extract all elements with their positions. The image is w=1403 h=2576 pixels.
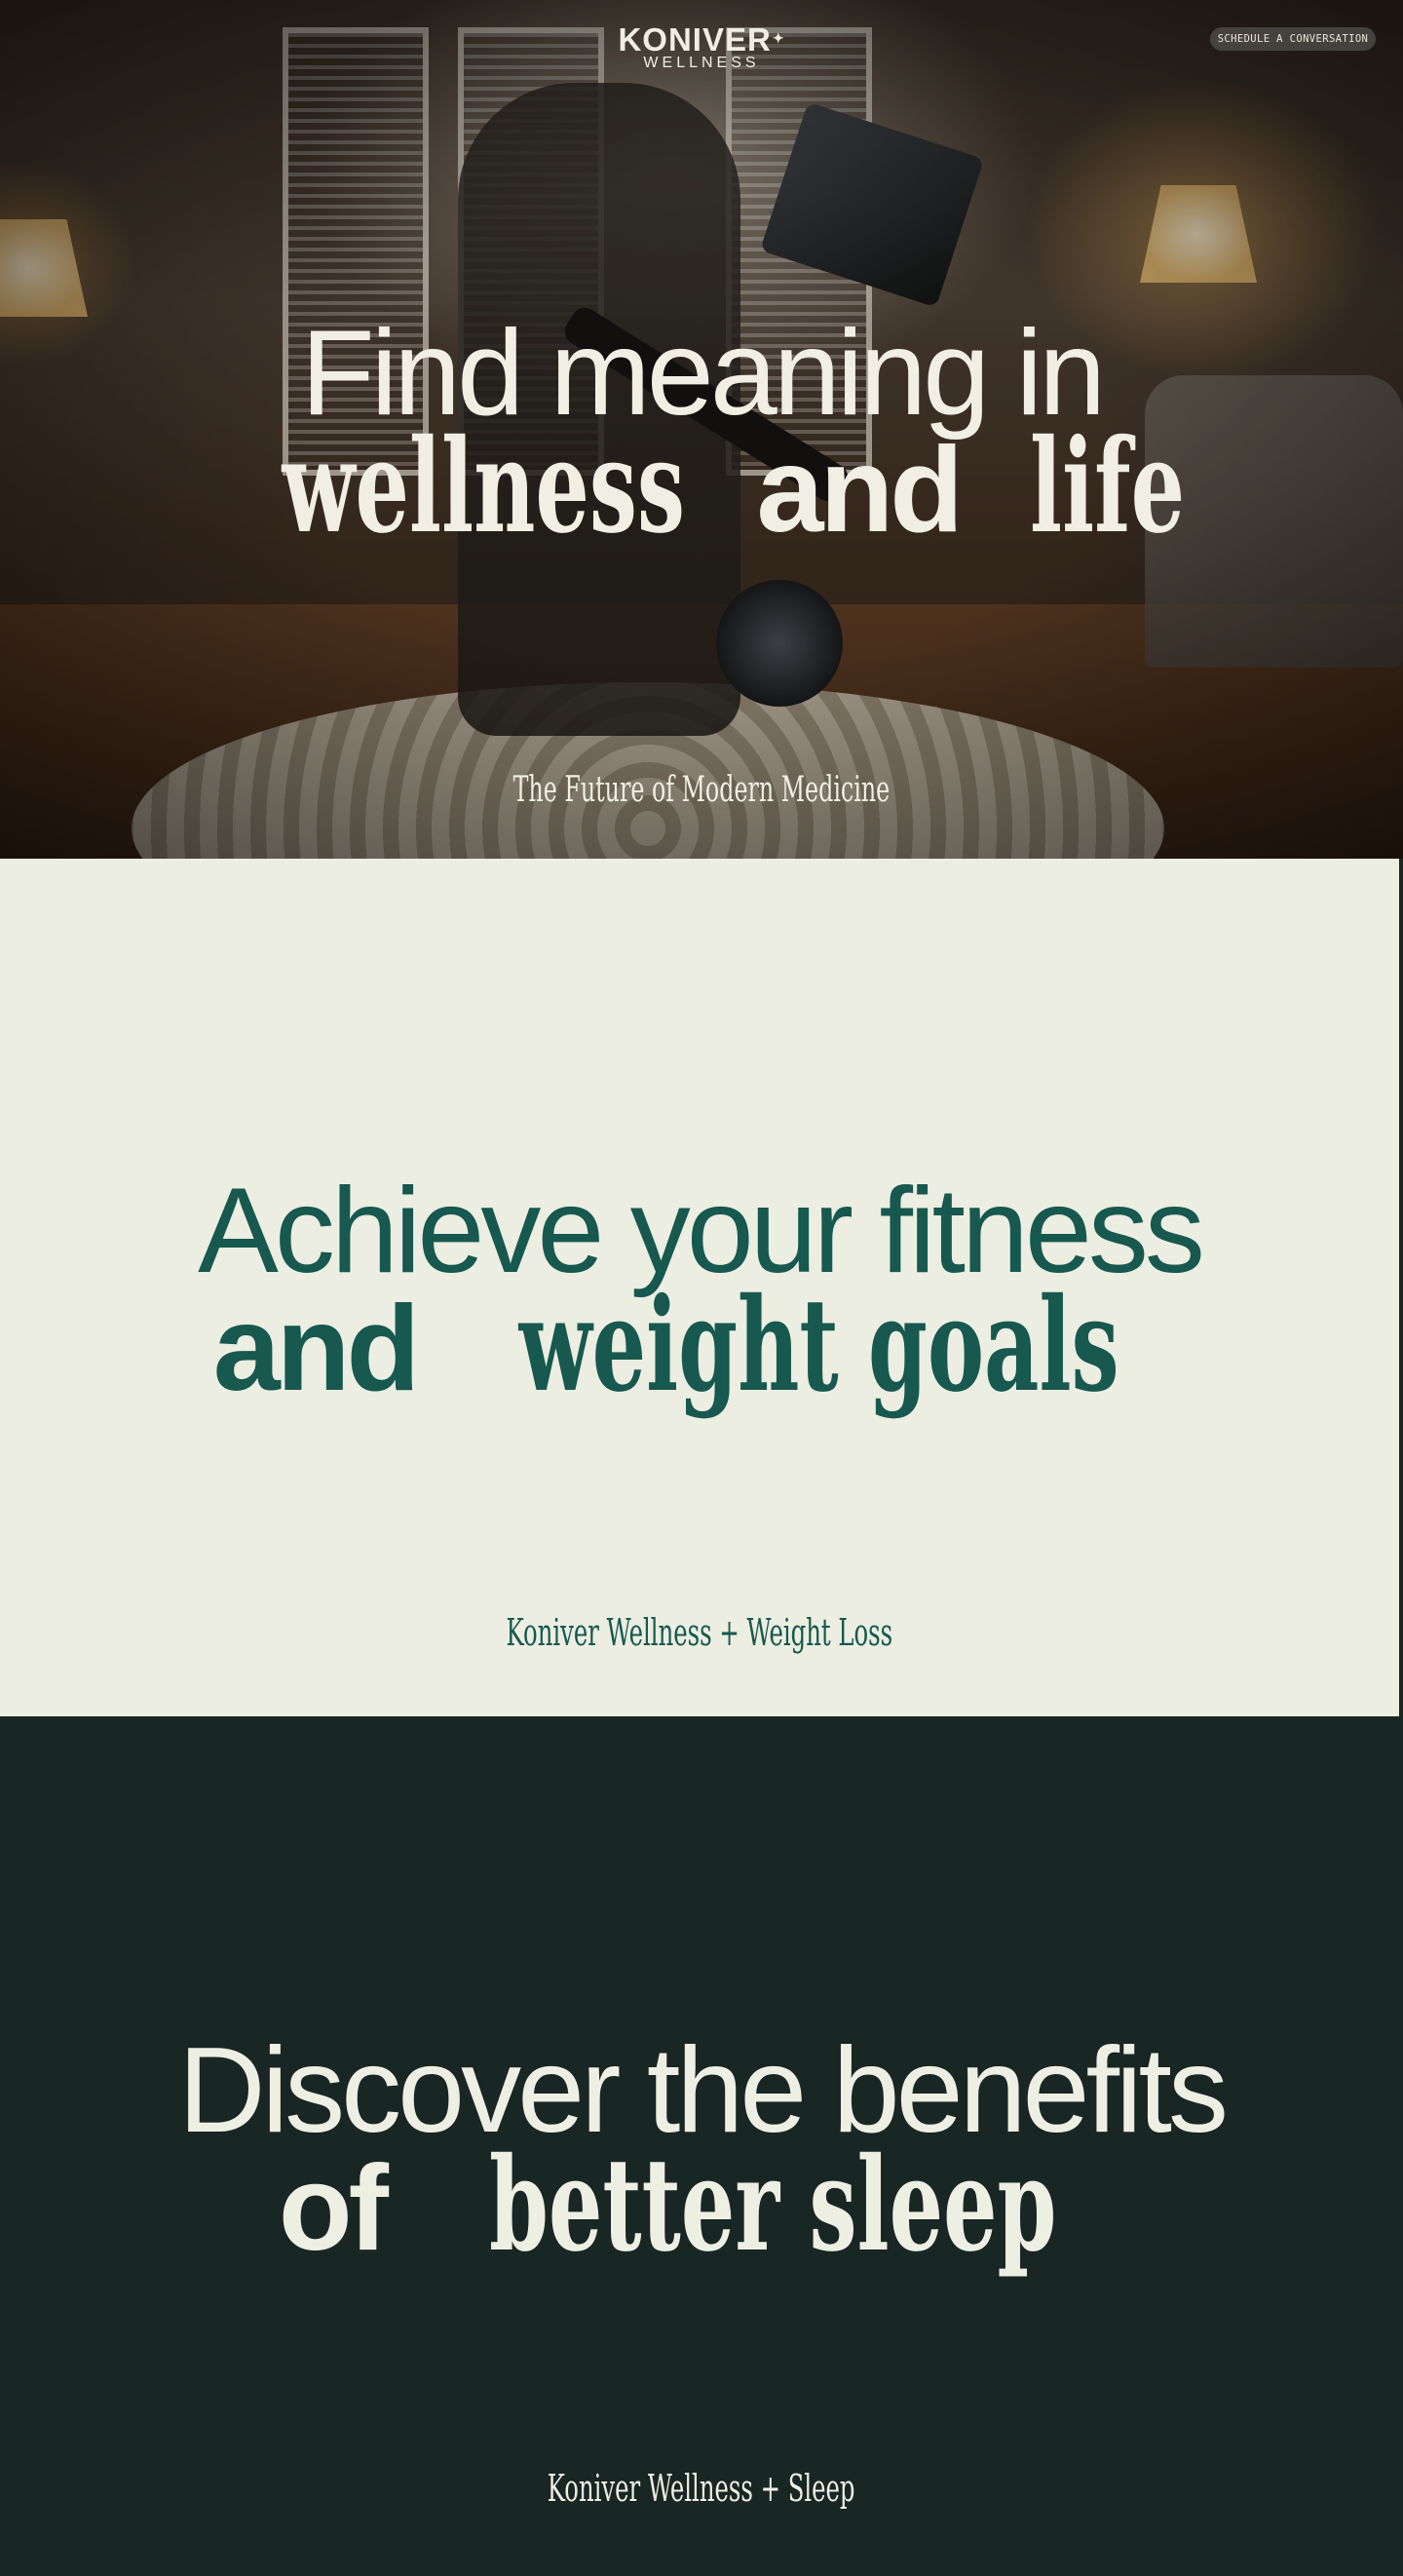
- star-icon: ✦: [772, 30, 785, 46]
- fitness-headline: Achieve your fitness and weight goals: [0, 1171, 1399, 1421]
- hero-headline-line2: wellness and life: [0, 411, 1403, 562]
- sleep-headline: Discover the benefits of better sleep: [0, 2030, 1403, 2281]
- hero-headline: Find meaning in wellness and life: [0, 310, 1403, 553]
- koniver-logo[interactable]: KONIVER✦ WELLNESS: [0, 23, 1403, 71]
- logo-wordmark: KONIVER: [618, 21, 772, 58]
- hero-subtitle: The Future of Modern Medicine: [0, 770, 1403, 810]
- sleep-subtitle[interactable]: Koniver Wellness + Sleep: [0, 2467, 1403, 2510]
- hero-subtitle-text: The Future of Modern Medicine: [512, 770, 891, 810]
- hero-headline-serif-b: life: [1029, 411, 1185, 562]
- sleep-headline-sans: of: [278, 2141, 389, 2276]
- sleep-headline-serif: better sleep: [488, 2130, 1057, 2281]
- fitness-headline-serif: weight goals: [518, 1270, 1119, 1421]
- sleep-headline-line2: of better sleep: [0, 2130, 1403, 2281]
- logo-subtitle: WELLNESS: [643, 55, 760, 71]
- hero-headline-sans: and: [756, 423, 963, 557]
- schedule-conversation-button[interactable]: SCHEDULE A CONVERSATION: [1210, 27, 1376, 51]
- fitness-subtitle[interactable]: Koniver Wellness + Weight Loss: [0, 1611, 1399, 1654]
- fitness-subtitle-text: Koniver Wellness + Weight Loss: [506, 1611, 893, 1654]
- sleep-subtitle-text: Koniver Wellness + Sleep: [548, 2467, 855, 2510]
- fitness-section: Achieve your fitness and weight goals Ko…: [0, 859, 1399, 1716]
- hero-headline-line1: Find meaning in: [300, 306, 1106, 441]
- hero-section: KONIVER✦ WELLNESS SCHEDULE A CONVERSATIO…: [0, 0, 1403, 859]
- fitness-headline-sans: and: [212, 1282, 420, 1416]
- hero-headline-serif-a: wellness: [282, 411, 686, 562]
- sleep-section: Discover the benefits of better sleep Ko…: [0, 1716, 1403, 2576]
- fitness-headline-line2: and weight goals: [0, 1270, 1399, 1421]
